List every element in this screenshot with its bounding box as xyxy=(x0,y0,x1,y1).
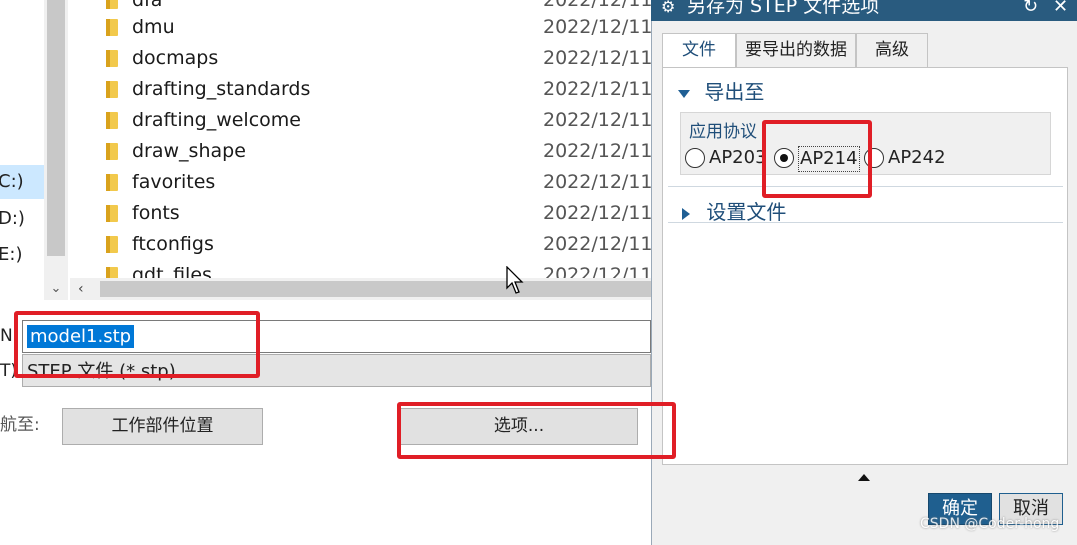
gear-icon: ⚙ xyxy=(661,0,676,16)
mouse-cursor-icon xyxy=(506,266,524,294)
nav-drive-e[interactable]: E:) xyxy=(0,238,44,272)
file-name: fonts xyxy=(132,202,180,224)
nav-drive-c[interactable]: C:) xyxy=(0,165,44,199)
highlight-box-filename xyxy=(14,311,260,378)
folder-icon xyxy=(106,267,118,278)
navigate-to-label: 航至: xyxy=(0,415,40,435)
radio-ap203-label: AP203 xyxy=(709,147,767,168)
file-date: 2022/12/11 xyxy=(543,264,651,278)
file-date: 2022/12/11 xyxy=(543,140,651,162)
file-name: draw_shape xyxy=(132,140,246,162)
file-name: favorites xyxy=(132,171,216,193)
watermark: CSDN @Coder-hong xyxy=(920,516,1060,532)
folder-icon xyxy=(106,236,118,253)
chevron-left-icon[interactable]: ‹ xyxy=(78,280,98,298)
protocol-label: 应用协议 xyxy=(689,122,757,142)
file-date: 2022/12/11 xyxy=(543,16,651,38)
horizontal-scrollbar-thumb[interactable] xyxy=(100,281,651,297)
folder-icon xyxy=(106,174,118,191)
file-name: docmaps xyxy=(132,47,219,69)
file-list: dfa 2022/12/11 dmu 2022/12/11 docmaps 20… xyxy=(70,0,651,278)
folder-icon xyxy=(106,143,118,160)
collapsed-triangle-icon xyxy=(682,207,690,220)
dialog-title: 另存为 STEP 文件选项 xyxy=(687,0,880,17)
folder-icon xyxy=(106,81,118,98)
collapse-up-icon[interactable] xyxy=(858,474,870,482)
nav-drive-d-label: D:) xyxy=(0,208,25,229)
tab-file[interactable]: 文件 xyxy=(662,33,736,68)
radio-ap242-label: AP242 xyxy=(888,147,946,168)
export-to-label: 导出至 xyxy=(704,80,765,104)
export-to-section-header[interactable]: 导出至 xyxy=(678,76,764,105)
tab-export-data[interactable]: 要导出的数据 xyxy=(736,33,856,68)
file-row[interactable]: draw_shape 2022/12/11 xyxy=(70,136,651,167)
expand-triangle-icon xyxy=(678,89,690,98)
file-name: drafting_standards xyxy=(132,78,311,100)
file-row[interactable]: ftconfigs 2022/12/11 xyxy=(70,229,651,260)
nav-scrollbar-thumb[interactable] xyxy=(47,0,65,256)
file-date: 2022/12/11 xyxy=(543,47,651,69)
file-name: ftconfigs xyxy=(132,233,214,255)
folder-icon xyxy=(106,0,118,9)
file-name: gdt_files xyxy=(132,264,212,278)
work-part-location-button[interactable]: 工作部件位置 xyxy=(62,408,263,445)
settings-file-label: 设置文件 xyxy=(706,200,787,224)
radio-circle xyxy=(685,148,705,168)
section-divider xyxy=(668,222,1063,223)
highlight-box-options xyxy=(397,402,676,459)
close-icon[interactable]: ✕ xyxy=(1053,0,1068,19)
file-row[interactable]: fonts 2022/12/11 xyxy=(70,198,651,229)
file-row[interactable]: docmaps 2022/12/11 xyxy=(70,43,651,74)
reset-icon[interactable]: ↻ xyxy=(1023,0,1038,19)
file-date: 2022/12/11 xyxy=(543,78,651,100)
file-date: 2022/12/11 xyxy=(543,171,651,193)
folder-icon xyxy=(106,205,118,222)
highlight-box-ap214 xyxy=(762,120,872,198)
file-date: 2022/12/11 xyxy=(543,109,651,131)
chevron-down-icon[interactable]: ⌄ xyxy=(44,278,68,300)
dialog-title-bar[interactable]: ⚙ 另存为 STEP 文件选项 ↻ ✕ xyxy=(651,0,1077,21)
file-row[interactable]: drafting_welcome 2022/12/11 xyxy=(70,105,651,136)
file-date: 2022/12/11 xyxy=(543,233,651,255)
nav-drive-e-label: E:) xyxy=(0,244,23,265)
file-name: dmu xyxy=(132,16,175,38)
settings-file-section-header[interactable]: 设置文件 xyxy=(682,196,786,225)
file-date: 2022/12/11 xyxy=(543,202,651,224)
file-row[interactable]: dmu 2022/12/11 xyxy=(70,12,651,43)
file-row[interactable]: gdt_files 2022/12/11 xyxy=(70,260,651,278)
file-row[interactable]: favorites 2022/12/11 xyxy=(70,167,651,198)
folder-icon xyxy=(106,112,118,129)
file-name: drafting_welcome xyxy=(132,109,301,131)
folder-icon xyxy=(106,19,118,36)
nav-drive-d[interactable]: D:) xyxy=(0,202,44,236)
file-row[interactable]: drafting_standards 2022/12/11 xyxy=(70,74,651,105)
tab-advanced[interactable]: 高级 xyxy=(856,33,928,68)
dialog-tabs: 文件 要导出的数据 高级 xyxy=(662,33,1068,68)
nav-drive-c-label: C:) xyxy=(0,171,24,192)
folder-icon xyxy=(106,50,118,67)
